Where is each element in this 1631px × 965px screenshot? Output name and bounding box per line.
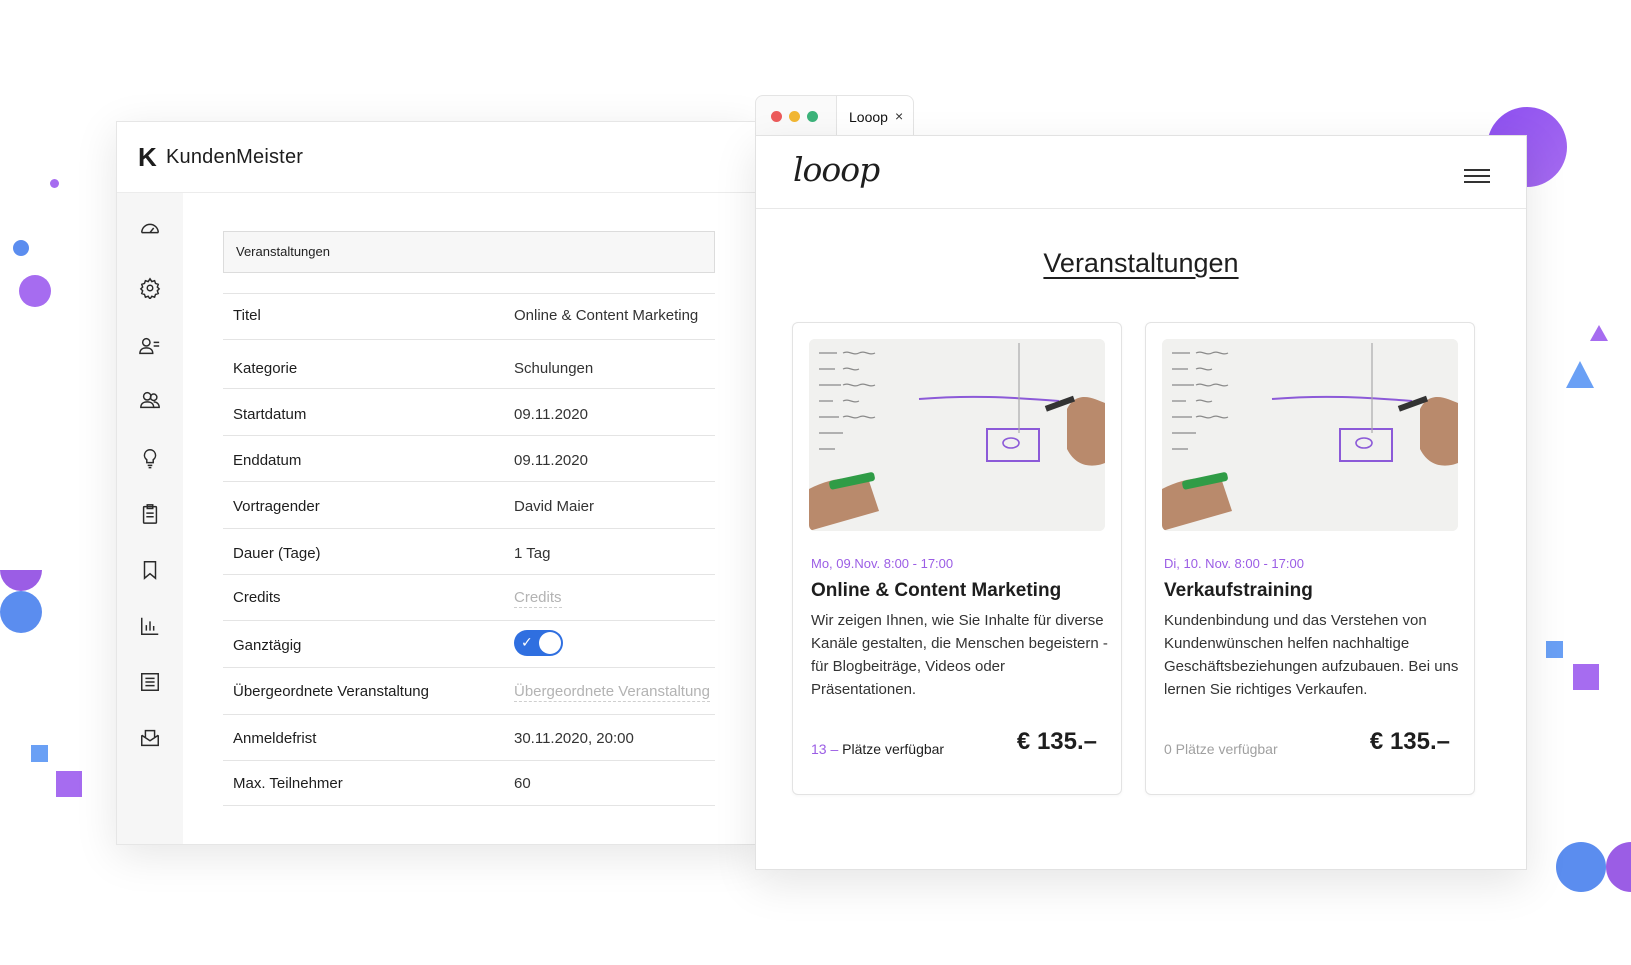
browser-tab[interactable]: Looop × [836,95,914,136]
bar-chart-icon[interactable] [137,613,163,639]
field-label: Anmeldefrist [233,730,317,747]
settings-icon[interactable] [137,275,163,301]
deco-half-circle [0,570,42,591]
tab-title: Looop [849,109,888,125]
list-doc-icon[interactable] [137,669,163,695]
field-row-enddatum: Enddatum 09.11.2020 [223,435,715,481]
credits-input[interactable]: Credits [514,589,562,608]
browser-content: looop Veranstaltungen Mo, 09.Nov. 8:00 -… [755,135,1527,870]
deco-square [56,771,82,797]
event-description: Wir zeigen Ihnen, wie Sie Inhalte für di… [811,612,1108,698]
page-title[interactable]: Veranstaltungen [756,248,1526,279]
deco-dot [13,240,29,256]
deco-dot [1556,842,1606,892]
field-label: Titel [233,307,261,324]
event-date: Di, 10. Nov. 8:00 - 17:00 [1164,556,1304,571]
toggle-knob [539,632,561,654]
kundenmeister-window: K KundenMeister Veranstaltungen Titel On… [116,121,758,845]
deco-dot [50,179,59,188]
deco-square [1546,641,1563,658]
event-price: € 135.– [1016,728,1097,755]
event-card[interactable]: Di, 10. Nov. 8:00 - 17:00 Verkaufstraini… [1145,322,1475,795]
event-description: Kundenbindung und das Verstehen von Kund… [1164,612,1459,698]
dashboard-icon[interactable] [137,215,163,241]
field-value[interactable]: 60 [514,775,531,792]
field-label: Startdatum [233,406,307,423]
field-label: Vortragender [233,498,320,515]
browser-tabbar: Looop × [755,95,915,136]
field-row-kategorie: Kategorie Schulungen [223,339,715,385]
section-select-field[interactable]: Veranstaltungen [223,231,715,273]
users-icon[interactable] [137,387,163,413]
event-card[interactable]: Mo, 09.Nov. 8:00 - 17:00 Online & Conten… [792,322,1122,795]
event-date: Mo, 09.Nov. 8:00 - 17:00 [811,556,954,571]
logo-mark: K [138,141,157,172]
field-label: Enddatum [233,452,302,469]
seats-label: Plätze verfügbar [842,741,945,757]
field-label: Credits [233,589,281,606]
deco-half-circle [1606,842,1631,892]
field-label: Übergeordnete Veranstaltung [233,683,429,700]
field-row-credits: Credits Credits [223,574,715,620]
field-value[interactable]: 1 Tag [514,545,550,562]
field-value[interactable]: 09.11.2020 [514,406,588,423]
event-image [1162,339,1458,531]
close-window-dot[interactable] [771,111,782,122]
deco-square [31,745,48,762]
field-value[interactable]: David Maier [514,498,594,515]
app-name: KundenMeister [166,145,304,168]
field-row-titel: Titel Online & Content Marketing [223,293,715,339]
clipboard-icon[interactable] [137,501,163,527]
event-image [809,339,1105,531]
kundenmeister-logo[interactable]: K KundenMeister [138,142,303,172]
check-icon: ✓ [521,634,533,650]
deco-square [1573,664,1599,690]
bookmark-icon[interactable] [137,557,163,583]
event-price: € 135.– [1369,728,1450,755]
field-row-max-teilnehmer: Max. Teilnehmer 60 [223,760,715,806]
field-row-anmeldefrist: Anmeldefrist 30.11.2020, 20:00 [223,714,715,760]
field-row-parent-event: Übergeordnete Veranstaltung Übergeordnet… [223,667,715,713]
close-icon[interactable]: × [895,108,903,124]
field-row-dauer: Dauer (Tage) 1 Tag [223,528,715,574]
crm-header: K KundenMeister [117,122,757,193]
lightbulb-icon[interactable] [137,445,163,471]
seats-available: 13 – Plätze verfügbar [811,741,944,757]
deco-dot [19,275,51,307]
event-title[interactable]: Online & Content Marketing [811,580,1061,602]
field-label: Max. Teilnehmer [233,775,343,792]
field-value[interactable]: 09.11.2020 [514,452,588,469]
field-value[interactable]: Schulungen [514,360,593,377]
deco-triangle [1566,361,1594,388]
parent-event-input[interactable]: Übergeordnete Veranstaltung [514,683,710,702]
crm-sidebar [117,193,183,844]
contacts-list-icon[interactable] [137,333,163,359]
field-value[interactable]: 30.11.2020, 20:00 [514,730,634,747]
field-row-ganztaegig: Ganztägig ✓ [223,620,715,666]
seats-count: 13 – [811,741,839,757]
seats-available: 0 Plätze verfügbar [1164,741,1278,757]
field-row-vortragender: Vortragender David Maier [223,481,715,527]
looop-logo[interactable]: looop [793,150,880,189]
ganztaegig-toggle[interactable]: ✓ [514,630,563,656]
field-row-startdatum: Startdatum 09.11.2020 [223,388,715,434]
field-label: Ganztägig [233,637,302,654]
mail-icon[interactable] [137,725,163,751]
hamburger-menu-icon[interactable] [1464,169,1490,184]
field-label: Dauer (Tage) [233,545,321,562]
deco-dot [0,591,42,633]
window-controls [755,95,837,135]
deco-triangle [1590,325,1608,341]
field-value[interactable]: Online & Content Marketing [514,307,698,324]
field-label: Kategorie [233,360,298,377]
maximize-window-dot[interactable] [807,111,818,122]
site-header: looop [756,136,1526,209]
browser-window: Looop × looop Veranstaltungen Mo, 09.Nov… [755,95,1527,870]
event-title[interactable]: Verkaufstraining [1164,580,1313,602]
minimize-window-dot[interactable] [789,111,800,122]
